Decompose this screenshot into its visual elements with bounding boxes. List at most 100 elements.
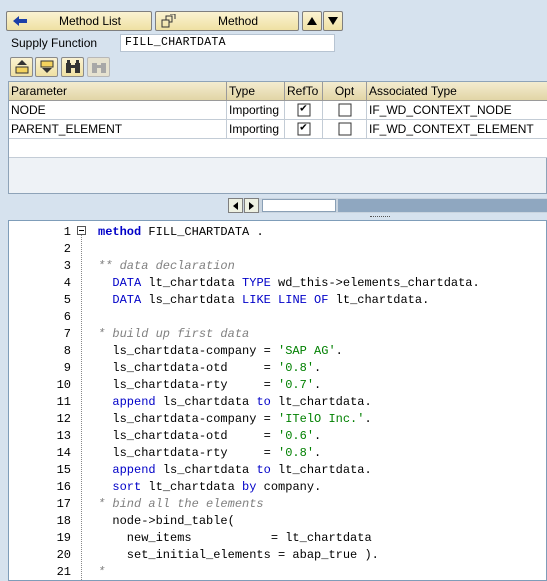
line-number: 11 <box>56 395 71 409</box>
line-number: 6 <box>63 310 71 324</box>
line-number: 12 <box>56 412 71 426</box>
column-header-opt[interactable]: Opt <box>323 82 367 101</box>
method-icon <box>160 13 178 29</box>
code-line[interactable]: 12 ls_chartdata-company = 'ITelO Inc.'. <box>9 411 546 428</box>
code-text: DATA ls_chartdata LIKE LINE OF lt_chartd… <box>112 293 430 307</box>
delete-row-icon <box>40 60 53 73</box>
scrollbar-track[interactable] <box>338 199 547 212</box>
line-number: 17 <box>56 497 71 511</box>
column-header-parameter[interactable]: Parameter <box>9 82 227 101</box>
empty-row <box>9 139 547 158</box>
method-button[interactable]: Method <box>155 11 299 31</box>
opt-checkbox[interactable] <box>338 103 351 117</box>
supply-function-field[interactable]: FILL_CHARTDATA <box>120 34 335 52</box>
find-next-button[interactable] <box>87 57 110 77</box>
code-line[interactable]: 8 ls_chartdata-company = 'SAP AG'. <box>9 343 546 360</box>
code-text: method FILL_CHARTDATA . <box>98 225 264 239</box>
opt-checkbox-cell <box>323 101 367 120</box>
code-line[interactable]: 15 append ls_chartdata to lt_chartdata. <box>9 462 546 479</box>
line-number: 8 <box>63 344 71 358</box>
horizontal-scrollbar[interactable] <box>228 198 547 213</box>
code-line[interactable]: 16 sort lt_chartdata by company. <box>9 479 546 496</box>
scroll-right-icon <box>249 201 254 210</box>
code-line[interactable]: 7 * build up first data <box>9 326 546 343</box>
code-text: ls_chartdata-company = 'ITelO Inc.'. <box>98 412 372 426</box>
move-up-button[interactable] <box>302 11 322 31</box>
scroll-left-button[interactable] <box>228 198 243 213</box>
binoculars-next-icon <box>91 63 106 73</box>
line-number: 5 <box>63 293 71 307</box>
table-cell-parameter[interactable]: NODE <box>9 101 227 120</box>
table-cell-associated-type[interactable]: IF_WD_CONTEXT_ELEMENT <box>367 120 547 139</box>
insert-row-icon <box>15 60 28 74</box>
code-line[interactable]: 20 set_initial_elements = abap_true ). <box>9 547 546 564</box>
code-text: new_items = lt_chartdata <box>98 531 372 545</box>
code-line[interactable]: 18 node->bind_table( <box>9 513 546 530</box>
scroll-left-icon <box>233 201 238 210</box>
opt-checkbox[interactable] <box>338 122 351 136</box>
code-line[interactable]: 4 DATA lt_chartdata TYPE wd_this->elemen… <box>9 275 546 292</box>
insert-row-button[interactable] <box>10 57 33 77</box>
code-line[interactable]: 21 * <box>9 564 546 580</box>
line-number: 21 <box>56 565 71 579</box>
move-down-button[interactable] <box>323 11 343 31</box>
code-text: set_initial_elements = abap_true ). <box>98 548 379 562</box>
refto-checkbox-cell: ✔ <box>285 101 323 120</box>
code-text: DATA lt_chartdata TYPE wd_this->elements… <box>112 276 480 290</box>
code-line[interactable]: 1 method FILL_CHARTDATA . <box>9 224 546 241</box>
triangle-down-icon <box>328 17 338 25</box>
opt-checkbox-cell <box>323 120 367 139</box>
delete-row-button[interactable] <box>35 57 58 77</box>
line-number: 2 <box>63 242 71 256</box>
line-number: 7 <box>63 327 71 341</box>
line-number: 15 <box>56 463 71 477</box>
line-number: 4 <box>63 276 71 290</box>
code-text: ls_chartdata-rty = '0.7'. <box>98 378 322 392</box>
line-number: 19 <box>56 531 71 545</box>
table-cell-type[interactable]: Importing <box>227 120 285 139</box>
refto-checkbox[interactable]: ✔ <box>297 122 310 136</box>
method-label: Method <box>217 14 259 28</box>
column-header-refto[interactable]: RefTo <box>285 82 323 101</box>
code-text: * bind all the elements <box>98 497 264 511</box>
method-list-label: Method List <box>58 14 122 28</box>
code-line[interactable]: 13 ls_chartdata-otd = '0.6'. <box>9 428 546 445</box>
back-arrow-icon <box>11 13 29 29</box>
code-line[interactable]: 3 ** data declaration <box>9 258 546 275</box>
table-cell-associated-type[interactable]: IF_WD_CONTEXT_NODE <box>367 101 547 120</box>
code-line[interactable]: 10 ls_chartdata-rty = '0.7'. <box>9 377 546 394</box>
code-text: ls_chartdata-otd = '0.8'. <box>98 361 322 375</box>
parameter-table: Parameter Type RefTo Opt Associated Type… <box>8 81 547 194</box>
code-text: node->bind_table( <box>98 514 235 528</box>
splitter-grip <box>370 216 390 218</box>
code-text: ls_chartdata-otd = '0.6'. <box>98 429 322 443</box>
refto-checkbox-cell: ✔ <box>285 120 323 139</box>
code-line[interactable]: 9 ls_chartdata-otd = '0.8'. <box>9 360 546 377</box>
code-line[interactable]: 14 ls_chartdata-rty = '0.8'. <box>9 445 546 462</box>
refto-checkbox[interactable]: ✔ <box>297 103 310 117</box>
supply-function-label: Supply Function <box>11 36 98 50</box>
column-header-associated-type[interactable]: Associated Type <box>367 82 547 101</box>
code-line[interactable]: 5 DATA ls_chartdata LIKE LINE OF lt_char… <box>9 292 546 309</box>
code-text: append ls_chartdata to lt_chartdata. <box>112 463 372 477</box>
table-cell-type[interactable]: Importing <box>227 101 285 120</box>
code-line[interactable]: 2 <box>9 241 546 258</box>
code-line[interactable]: 19 new_items = lt_chartdata <box>9 530 546 547</box>
table-cell-parameter[interactable]: PARENT_ELEMENT <box>9 120 227 139</box>
line-number: 13 <box>56 429 71 443</box>
code-text: ** data declaration <box>98 259 235 273</box>
line-number: 3 <box>63 259 71 273</box>
line-number: 16 <box>56 480 71 494</box>
scroll-right-button[interactable] <box>244 198 259 213</box>
find-button[interactable] <box>61 57 84 77</box>
method-list-button[interactable]: Method List <box>6 11 152 31</box>
triangle-up-icon <box>307 17 317 25</box>
line-number: 14 <box>56 446 71 460</box>
scrollbar-thumb[interactable] <box>262 199 336 212</box>
code-line[interactable]: 17 * bind all the elements <box>9 496 546 513</box>
code-editor[interactable]: 1 method FILL_CHARTDATA . 2 3 ** data declar… <box>8 220 547 581</box>
code-line[interactable]: 6 <box>9 309 546 326</box>
line-number: 9 <box>63 361 71 375</box>
code-line[interactable]: 11 append ls_chartdata to lt_chartdata. <box>9 394 546 411</box>
column-header-type[interactable]: Type <box>227 82 285 101</box>
